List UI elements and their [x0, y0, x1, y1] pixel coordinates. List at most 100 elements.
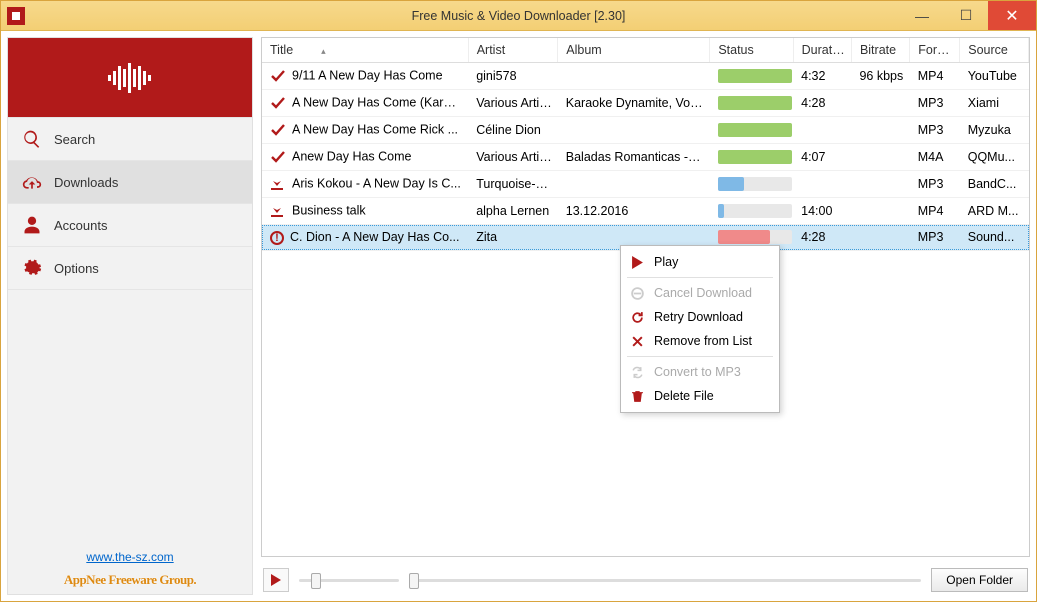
brand-logo [8, 38, 252, 118]
table-row[interactable]: Anew Day Has ComeVarious ArtistsBaladas … [262, 144, 1029, 171]
convert-icon [631, 366, 644, 379]
cell-album [558, 117, 710, 144]
close-button[interactable]: ✕ [988, 1, 1036, 30]
website-link[interactable]: www.the-sz.com [86, 550, 173, 564]
sidebar-item-label: Options [54, 261, 99, 276]
cell-status [710, 144, 793, 171]
cell-format: MP4 [910, 63, 960, 90]
menu-remove-from-list[interactable]: Remove from List [621, 329, 779, 353]
play-icon [631, 256, 644, 269]
error-icon: ! [270, 231, 284, 245]
cell-artist: gini578 [468, 63, 558, 90]
col-header-artist[interactable]: Artist [468, 38, 558, 63]
cell-duration: 14:00 [793, 198, 851, 225]
cell-artist: Zita [468, 225, 558, 251]
cell-source: YouTube [960, 63, 1029, 90]
cell-bitrate [851, 171, 909, 198]
cell-bitrate: 96 kbps [851, 63, 909, 90]
cell-duration [793, 171, 851, 198]
cell-bitrate [851, 90, 909, 117]
menu-retry-download[interactable]: Retry Download [621, 305, 779, 329]
cell-format: MP4 [910, 198, 960, 225]
seek-slider[interactable] [409, 570, 921, 590]
cell-duration [793, 117, 851, 144]
menu-convert-mp3: Convert to MP3 [621, 360, 779, 384]
cell-artist: alpha Lernen [468, 198, 558, 225]
window-title: Free Music & Video Downloader [2.30] [1, 9, 1036, 23]
cell-source: QQMu... [960, 144, 1029, 171]
table-row[interactable]: Aris Kokou - A New Day Is C...Turquoise-… [262, 171, 1029, 198]
cell-source: Myzuka [960, 117, 1029, 144]
col-header-duration[interactable]: Duration [793, 38, 851, 63]
col-header-album[interactable]: Album [558, 38, 710, 63]
gear-icon [22, 258, 42, 278]
volume-slider[interactable] [299, 570, 399, 590]
cell-title: Business talk [292, 203, 366, 217]
sidebar-item-options[interactable]: Options [8, 246, 252, 290]
check-icon [270, 68, 286, 84]
table-row[interactable]: 9/11 A New Day Has Come gini578 4:3296 kbp… [262, 63, 1029, 90]
sidebar: Search Downloads Accounts Options www.th… [7, 37, 253, 595]
cell-format: MP3 [910, 225, 960, 251]
check-icon [270, 95, 286, 111]
cell-title: Anew Day Has Come [292, 149, 412, 163]
cell-artist: Céline Dion [468, 117, 558, 144]
col-header-format[interactable]: Format [910, 38, 960, 63]
cell-source: Xiami [960, 90, 1029, 117]
remove-icon [631, 335, 644, 348]
sidebar-item-accounts[interactable]: Accounts [8, 203, 252, 247]
context-menu: Play Cancel Download Retry Download Remo… [620, 245, 780, 413]
cell-title: 9/11 A New Day Has Come [292, 68, 443, 82]
table-row[interactable]: Business talk alpha Lernen13.12.2016 14:00… [262, 198, 1029, 225]
cell-bitrate [851, 117, 909, 144]
download-icon [270, 203, 286, 219]
play-button[interactable] [263, 568, 289, 592]
check-icon [270, 149, 286, 165]
sidebar-item-search[interactable]: Search [8, 117, 252, 161]
cell-source: BandC... [960, 171, 1029, 198]
app-icon [7, 7, 25, 25]
col-header-bitrate[interactable]: Bitrate [851, 38, 909, 63]
cell-bitrate [851, 198, 909, 225]
cell-title: A New Day Has Come (Karao... [292, 95, 468, 109]
footer-brand: AppNee Freeware Group. [8, 570, 252, 594]
sidebar-item-label: Downloads [54, 175, 118, 190]
menu-play[interactable]: Play [621, 250, 779, 274]
trash-icon [631, 390, 644, 403]
cell-source: Sound... [960, 225, 1029, 251]
cell-duration: 4:07 [793, 144, 851, 171]
cell-status [710, 171, 793, 198]
check-icon [270, 122, 286, 138]
cell-duration: 4:28 [793, 225, 851, 251]
cell-title: A New Day Has Come Rick ... [292, 122, 458, 136]
cell-format: MP3 [910, 171, 960, 198]
cell-format: MP3 [910, 90, 960, 117]
sidebar-item-downloads[interactable]: Downloads [8, 160, 252, 204]
cell-title: C. Dion - A New Day Has Co... [290, 230, 460, 244]
cell-bitrate [851, 225, 909, 251]
maximize-button[interactable]: ☐ [944, 1, 988, 30]
col-header-status[interactable]: Status [710, 38, 793, 63]
cell-status [710, 63, 793, 90]
play-icon [271, 574, 281, 586]
table-row[interactable]: A New Day Has Come Rick ... Céline Dion MP… [262, 117, 1029, 144]
table-row[interactable]: A New Day Has Come (Karao...Various Arti… [262, 90, 1029, 117]
col-header-title[interactable]: Title▴ [262, 38, 468, 63]
cell-status [710, 117, 793, 144]
account-icon [22, 215, 42, 235]
cell-album: 13.12.2016 [558, 198, 710, 225]
cell-format: MP3 [910, 117, 960, 144]
cell-artist: Various Artists [468, 144, 558, 171]
footer-link: www.the-sz.com [8, 543, 252, 570]
cell-duration: 4:32 [793, 63, 851, 90]
sidebar-item-label: Accounts [54, 218, 107, 233]
cell-format: M4A [910, 144, 960, 171]
cell-artist: Turquoise-R... [468, 171, 558, 198]
search-icon [22, 129, 42, 149]
open-folder-button[interactable]: Open Folder [931, 568, 1028, 592]
minimize-button[interactable]: — [900, 1, 944, 30]
col-header-source[interactable]: Source [960, 38, 1029, 63]
menu-delete-file[interactable]: Delete File [621, 384, 779, 408]
menu-cancel-download: Cancel Download [621, 281, 779, 305]
cell-album: Karaoke Dynamite, Vol. 23 [558, 90, 710, 117]
